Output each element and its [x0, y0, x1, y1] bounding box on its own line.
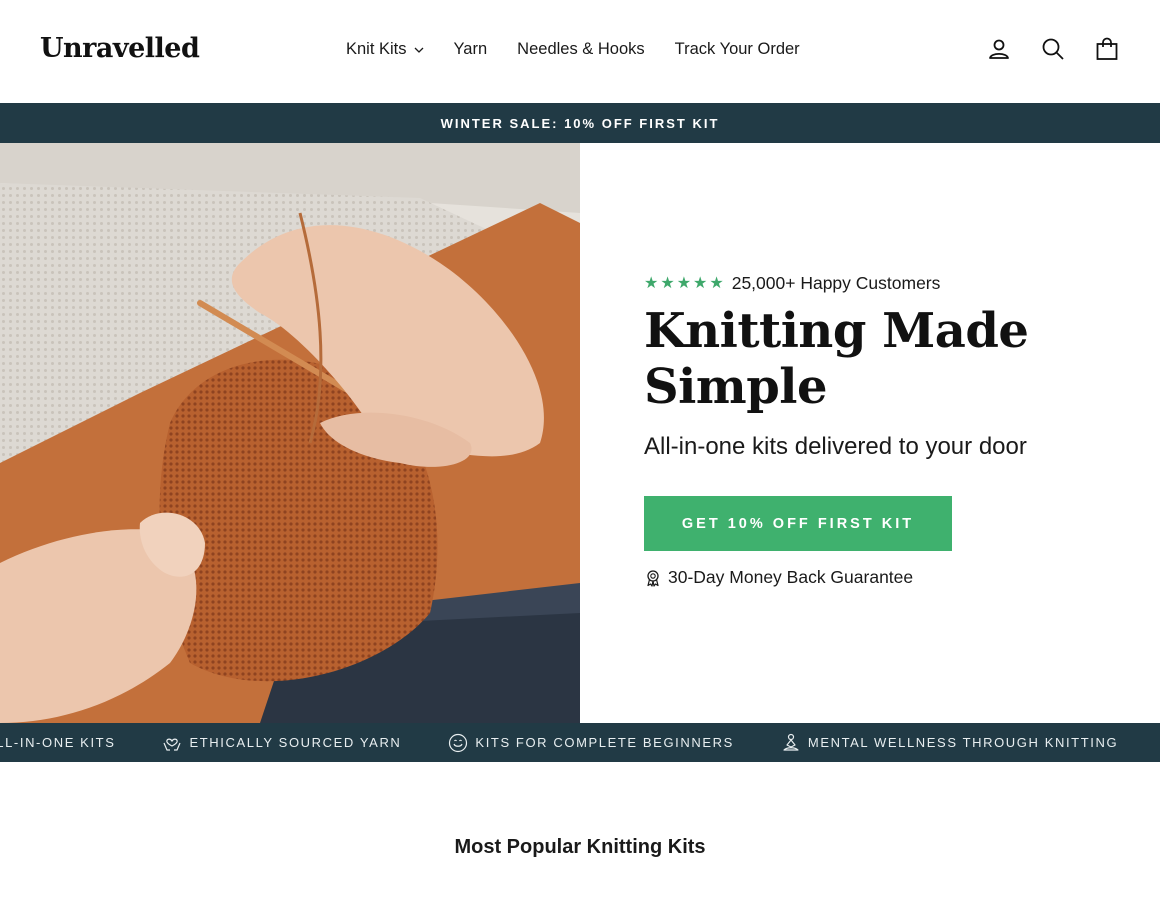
feature-label: KITS FOR COMPLETE BEGINNERS	[475, 735, 734, 750]
header-actions	[986, 36, 1120, 62]
get-discount-button[interactable]: GET 10% OFF FIRST KIT	[644, 496, 952, 551]
hero-content: ★ ★ ★ ★ ★ 25,000+ Happy Customers Knitti…	[644, 143, 1144, 723]
hero-image	[0, 143, 580, 723]
hero-headline: Knitting Made Simple	[644, 303, 1029, 415]
feature-ticker: ALL-IN-ONE KITS ETHICALLY SOURCED YARN K…	[0, 723, 1160, 762]
promo-text: WINTER SALE: 10% OFF FIRST KIT	[440, 115, 720, 131]
star-icon: ★	[676, 274, 692, 292]
feature-label: ETHICALLY SOURCED YARN	[189, 735, 402, 750]
award-ribbon-icon	[647, 569, 659, 587]
feature-item: MENTAL WELLNESS THROUGH KNITTING	[780, 732, 1118, 754]
star-rating: ★ ★ ★ ★ ★	[644, 274, 724, 292]
account-icon[interactable]	[986, 36, 1012, 62]
search-icon[interactable]	[1040, 36, 1066, 62]
ticker-track: ALL-IN-ONE KITS ETHICALLY SOURCED YARN K…	[0, 723, 1160, 762]
chevron-down-icon	[414, 47, 423, 53]
star-icon: ★	[709, 274, 724, 292]
heart-hands-icon	[161, 732, 183, 754]
nav-item-label: Needles & Hooks	[517, 40, 645, 58]
nav-item-label: Yarn	[453, 40, 488, 58]
nav-item-yarn[interactable]: Yarn	[454, 40, 488, 59]
promo-bar[interactable]: WINTER SALE: 10% OFF FIRST KIT	[0, 103, 1160, 143]
star-icon: ★	[693, 274, 708, 292]
nav-item-track-order[interactable]: Track Your Order	[675, 40, 800, 59]
feature-item: KITS FOR COMPLETE BEGINNERS	[447, 732, 733, 754]
smile-icon	[447, 732, 469, 754]
site-logo[interactable]: Unravelled	[40, 33, 200, 64]
nav-item-label: Knit Kits	[346, 40, 407, 58]
cart-icon[interactable]	[1094, 36, 1120, 62]
site-header: Unravelled Knit Kits Yarn Needles & Hook…	[0, 0, 1160, 103]
section-title: Most Popular Knitting Kits	[454, 836, 706, 858]
hands-knitting-photo	[0, 143, 580, 723]
feature-item: ALL-IN-ONE KITS	[0, 735, 115, 750]
rating-text: 25,000+ Happy Customers	[731, 273, 941, 293]
meditation-icon	[780, 732, 802, 754]
nav-item-knit-kits[interactable]: Knit Kits	[346, 40, 424, 59]
nav-item-needles-hooks[interactable]: Needles & Hooks	[517, 40, 644, 59]
star-icon: ★	[660, 274, 675, 292]
customer-rating: ★ ★ ★ ★ ★ 25,000+ Happy Customers	[644, 273, 940, 294]
nav-item-label: Track Your Order	[674, 40, 800, 58]
hero-subheadline: All-in-one kits delivered to your door	[644, 433, 1027, 460]
star-icon: ★	[644, 274, 659, 292]
feature-item: ETHICALLY SOURCED YARN	[161, 732, 401, 754]
feature-label: ALL-IN-ONE KITS	[0, 735, 116, 750]
guarantee-text: 30-Day Money Back Guarantee	[668, 567, 914, 587]
main-nav: Knit Kits Yarn Needles & Hooks Track You…	[346, 40, 800, 59]
feature-label: MENTAL WELLNESS THROUGH KNITTING	[807, 735, 1119, 750]
money-back-guarantee: 30-Day Money Back Guarantee	[644, 567, 913, 588]
